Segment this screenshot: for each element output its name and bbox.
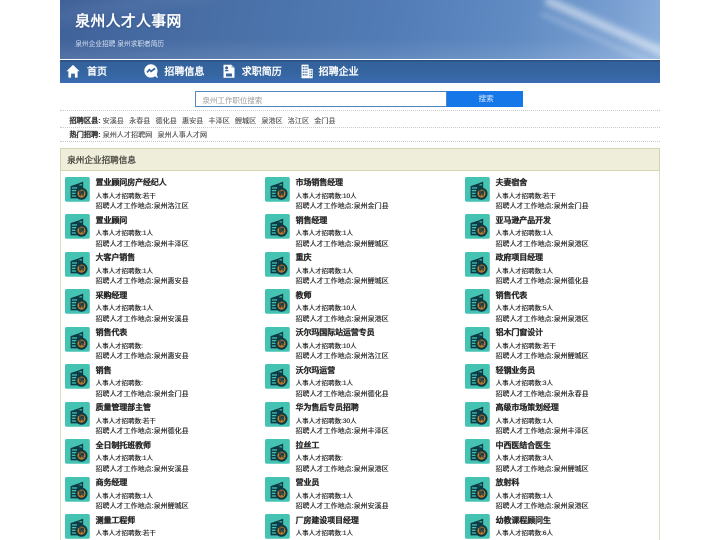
- svg-text:聘: 聘: [79, 190, 85, 198]
- svg-text:聘: 聘: [479, 302, 485, 310]
- svg-text:聘: 聘: [279, 377, 285, 385]
- svg-text:聘: 聘: [79, 527, 85, 535]
- svg-text:聘: 聘: [279, 340, 285, 348]
- svg-text:聘: 聘: [79, 490, 85, 498]
- svg-text:聘: 聘: [479, 265, 485, 273]
- svg-text:聘: 聘: [279, 265, 285, 273]
- svg-text:聘: 聘: [79, 415, 85, 423]
- svg-text:聘: 聘: [79, 340, 85, 348]
- svg-text:聘: 聘: [479, 415, 485, 423]
- svg-text:聘: 聘: [79, 265, 85, 273]
- svg-text:聘: 聘: [479, 190, 485, 198]
- svg-text:聘: 聘: [279, 452, 285, 460]
- svg-text:聘: 聘: [279, 302, 285, 310]
- svg-text:聘: 聘: [479, 490, 485, 498]
- svg-text:聘: 聘: [79, 302, 85, 310]
- svg-text:聘: 聘: [279, 527, 285, 535]
- svg-text:聘: 聘: [79, 452, 85, 460]
- svg-text:聘: 聘: [479, 527, 485, 535]
- svg-text:聘: 聘: [479, 340, 485, 348]
- svg-text:聘: 聘: [279, 227, 285, 235]
- svg-text:聘: 聘: [79, 377, 85, 385]
- svg-text:聘: 聘: [479, 377, 485, 385]
- svg-text:聘: 聘: [279, 190, 285, 198]
- svg-text:聘: 聘: [479, 452, 485, 460]
- svg-text:聘: 聘: [279, 490, 285, 498]
- svg-text:聘: 聘: [479, 227, 485, 235]
- svg-text:聘: 聘: [79, 227, 85, 235]
- svg-text:聘: 聘: [279, 415, 285, 423]
